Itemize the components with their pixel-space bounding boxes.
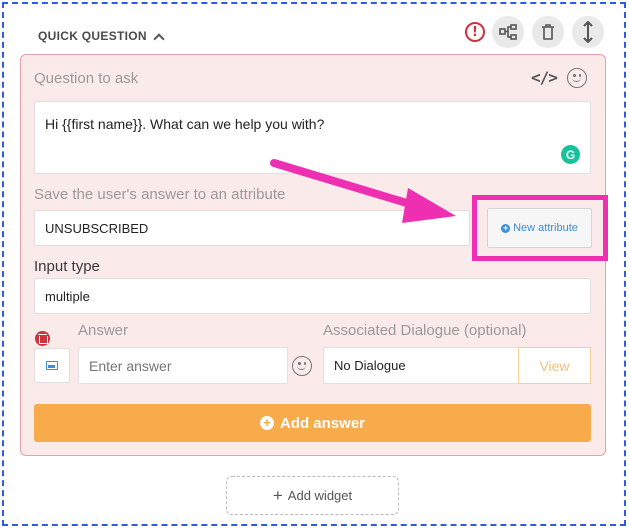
question-text: Hi {{first name}}. What can we help you … <box>45 116 325 132</box>
resize-button[interactable] <box>572 16 604 48</box>
dialogue-value: No Dialogue <box>334 358 406 373</box>
add-widget-label: Add widget <box>287 488 353 503</box>
alert-icon[interactable]: ! <box>465 22 485 42</box>
trash-icon <box>542 24 554 40</box>
plus-icon: + <box>272 485 283 505</box>
question-textarea[interactable]: Hi {{first name}}. What can we help you … <box>34 101 591 174</box>
add-answer-label: Add answer <box>279 414 366 432</box>
answer-emoji-icon[interactable] <box>292 356 312 376</box>
delete-widget-button[interactable] <box>532 16 564 48</box>
answer-input[interactable] <box>78 347 288 384</box>
chevron-up-icon[interactable] <box>153 32 165 45</box>
view-dialogue-button[interactable]: View <box>518 347 591 384</box>
new-attribute-button[interactable]: + New attribute <box>487 208 592 248</box>
view-label: View <box>539 357 570 374</box>
grammarly-icon[interactable]: G <box>561 145 580 164</box>
answer-image-button[interactable] <box>34 348 70 383</box>
delete-answer-icon[interactable] <box>35 331 50 346</box>
answer-label: Answer <box>78 322 129 339</box>
widget-title: QUICK QUESTION <box>38 29 147 43</box>
dialogue-select[interactable]: No Dialogue <box>323 347 519 384</box>
add-answer-button[interactable]: + Add answer <box>34 404 591 442</box>
input-type-select[interactable]: multiple <box>34 278 591 314</box>
image-icon <box>46 361 58 370</box>
widget-header[interactable]: QUICK QUESTION <box>38 29 165 45</box>
attribute-label: Save the user's answer to an attribute <box>34 186 286 203</box>
attribute-select[interactable]: UNSUBSCRIBED <box>34 210 470 246</box>
attribute-value: UNSUBSCRIBED <box>45 220 149 236</box>
flow-icon-button[interactable] <box>492 16 524 48</box>
plus-circle-icon: + <box>259 416 274 430</box>
question-label: Question to ask <box>34 70 139 87</box>
plus-circle-icon: + <box>501 222 511 233</box>
flow-icon <box>499 24 517 40</box>
dialogue-label: Associated Dialogue (optional) <box>323 322 527 339</box>
new-attribute-label: New attribute <box>513 222 578 234</box>
resize-icon <box>583 21 593 43</box>
add-widget-button[interactable]: + Add widget <box>226 476 399 515</box>
input-type-value: multiple <box>45 288 90 304</box>
code-icon[interactable]: </> <box>531 68 558 87</box>
emoji-icon[interactable] <box>567 68 587 88</box>
input-type-label: Input type <box>34 258 100 275</box>
